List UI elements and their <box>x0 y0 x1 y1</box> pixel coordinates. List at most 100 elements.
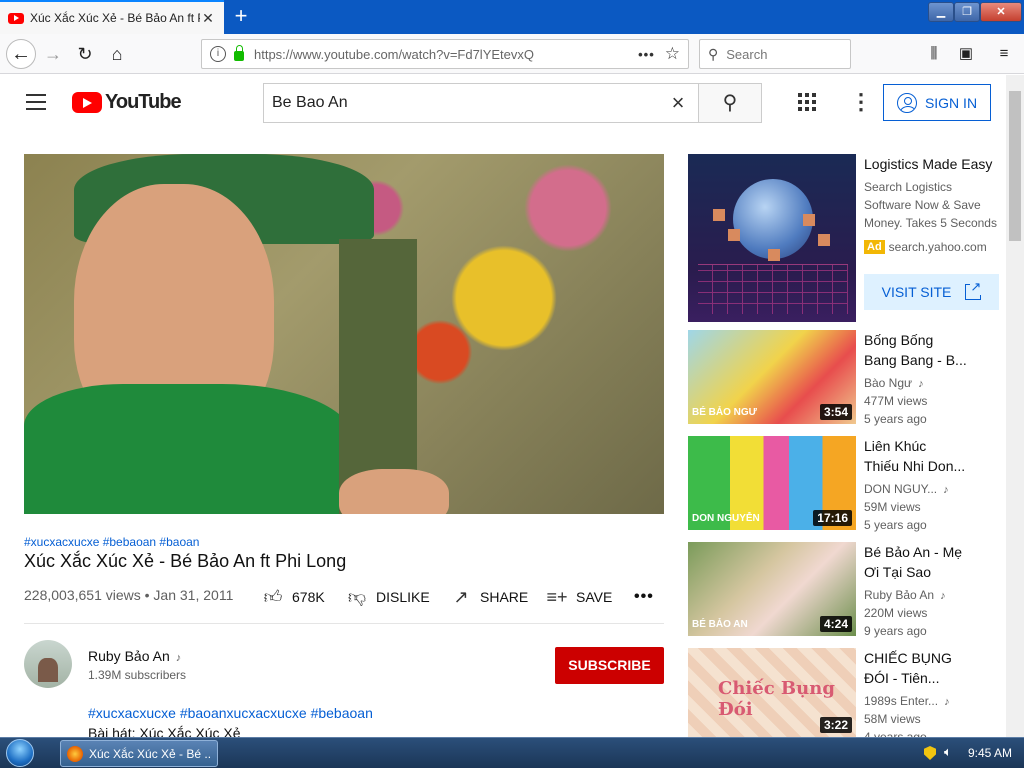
reload-icon[interactable]: ↻ <box>70 39 100 69</box>
menu-hamburger-icon[interactable]: ≡ <box>994 44 1014 64</box>
title-line[interactable]: Liên Khúc <box>864 436 1000 456</box>
share-button[interactable]: ↗ SHARE <box>450 585 528 609</box>
title-line[interactable]: CHIẾC BỤNG <box>864 648 1000 668</box>
window-minimize-button[interactable]: ▁ <box>928 2 954 22</box>
user-account-icon <box>896 92 917 113</box>
recommended-video-title[interactable]: Bống Bống Bang Bang - B... <box>864 330 1000 370</box>
recommended-video-views: 58M views <box>864 712 921 726</box>
bookmark-star-icon[interactable]: ☆ <box>665 44 680 64</box>
ad-grid-image <box>698 264 848 314</box>
recommended-video-title[interactable]: Liên Khúc Thiếu Nhi Don... <box>864 436 1000 476</box>
channel-text: DON NGUY... <box>864 482 938 496</box>
thumbs-down-icon: 👎︎ <box>347 587 367 607</box>
sidebar-toggle-icon[interactable]: ▣ <box>956 44 976 64</box>
recommended-video-thumbnail[interactable]: BÉ BẢO NGƯ 3:54 <box>688 330 856 424</box>
back-arrow-icon[interactable]: ← <box>6 39 36 69</box>
ad-box-image <box>728 229 740 241</box>
forward-arrow-icon[interactable]: → <box>38 39 68 69</box>
lock-icon[interactable] <box>234 45 244 61</box>
sign-in-button[interactable]: SIGN IN <box>883 84 991 121</box>
window-maximize-button[interactable]: ❐ <box>954 2 980 22</box>
title-line[interactable]: Bống Bống <box>864 330 1000 350</box>
video-player[interactable] <box>24 154 664 514</box>
video-views-date: 228,003,651 views • Jan 31, 2011 <box>24 587 234 603</box>
description-hashtags[interactable]: #xucxacxucxe #baoanxucxacxucxe #bebaoan <box>88 705 373 721</box>
playlist-add-icon: ≡+ <box>546 586 568 607</box>
youtube-logo[interactable]: YouTube <box>72 91 182 114</box>
music-note-icon: ♪ <box>175 652 182 664</box>
window-close-button[interactable]: ✕ <box>980 2 1022 22</box>
subscriber-count: 1.39M subscribers <box>88 668 187 682</box>
browser-tab-active[interactable]: Xúc Xắc Xúc Xẻ - Bé Bảo An ft Phi ✕ <box>0 0 224 34</box>
title-line[interactable]: Ơi Tại Sao <box>864 562 1000 582</box>
firefox-icon <box>67 745 83 762</box>
title-line[interactable]: ĐÓI - Tiên... <box>864 668 1000 688</box>
ad-source-row: Ad search.yahoo.com <box>864 240 987 254</box>
more-actions-button[interactable]: ••• <box>634 585 654 609</box>
title-line[interactable]: Thiếu Nhi Don... <box>864 456 1000 476</box>
browser-search-field[interactable]: ⚲ Search <box>699 39 851 69</box>
clear-search-icon[interactable]: × <box>666 90 690 116</box>
recommended-video-thumbnail[interactable]: DON NGUYỄN 17:16 <box>688 436 856 530</box>
recommended-video-title[interactable]: CHIẾC BỤNG ĐÓI - Tiên... <box>864 648 1000 688</box>
music-note-icon: ♪ <box>940 590 946 602</box>
ad-title[interactable]: Logistics Made Easy <box>864 156 992 172</box>
taskbar-firefox-window[interactable]: Xúc Xắc Xúc Xẻ - Bé ... <box>60 740 218 767</box>
subscribe-button[interactable]: SUBSCRIBE <box>555 647 664 684</box>
windows-taskbar: Xúc Xắc Xúc Xẻ - Bé ... 🔈︎ 9:45 AM <box>0 737 1024 768</box>
visit-site-button[interactable]: VISIT SITE <box>864 274 999 310</box>
youtube-logo-text: YouTube <box>105 91 182 113</box>
recommended-video-channel: DON NGUY... ♪ <box>864 482 949 496</box>
browser-tab-bar: Xúc Xắc Xúc Xẻ - Bé Bảo An ft Phi ✕ + ▁ … <box>0 0 1024 34</box>
video-hashtags[interactable]: #xucxacxucxe #bebaoan #baoan <box>24 535 199 549</box>
youtube-play-icon <box>72 92 102 113</box>
video-frame-hand <box>339 469 449 514</box>
recommended-video-thumbnail[interactable]: BÉ BẢO AN 4:24 <box>688 542 856 636</box>
like-button[interactable]: 👍︎ 678K <box>262 585 325 609</box>
youtube-favicon-icon <box>8 12 24 24</box>
search-query[interactable]: Be Bao An <box>272 94 666 112</box>
settings-more-icon[interactable]: ⋮ <box>850 91 872 113</box>
guide-menu-icon[interactable] <box>26 94 46 110</box>
recommended-video-thumbnail[interactable]: Chiếc Bụng Đói 3:22 <box>688 648 856 737</box>
dislike-button[interactable]: 👎︎ DISLIKE <box>346 585 430 609</box>
title-line[interactable]: Bé Bảo An - Mẹ <box>864 542 1000 562</box>
apps-grid-icon[interactable] <box>798 93 816 111</box>
ad-desc-line: Software Now & Save <box>864 198 981 212</box>
youtube-search-input[interactable]: Be Bao An × <box>263 83 699 123</box>
tab-close-icon[interactable]: ✕ <box>200 10 216 27</box>
new-tab-button[interactable]: + <box>228 4 254 30</box>
recommended-video-age: 5 years ago <box>864 518 927 532</box>
ad-globe-image <box>733 179 813 259</box>
youtube-search-button[interactable]: ⚲ <box>698 83 762 123</box>
recommended-video-title[interactable]: Bé Bảo An - Mẹ Ơi Tại Sao <box>864 542 1000 582</box>
security-shield-icon[interactable] <box>924 746 936 760</box>
external-link-icon <box>965 279 982 300</box>
start-button[interactable] <box>6 739 46 768</box>
home-icon[interactable]: ⌂ <box>102 39 132 69</box>
video-frame-shirt <box>24 384 354 514</box>
library-icon[interactable]: ⫼ <box>924 44 944 64</box>
save-label: SAVE <box>576 589 613 605</box>
ad-thumbnail[interactable] <box>688 154 856 322</box>
recommended-video-age: 4 years ago <box>864 730 927 737</box>
like-count: 678K <box>292 589 325 605</box>
recommended-video-views: 59M views <box>864 500 921 514</box>
thumbnail-caption: DON NGUYỄN <box>692 513 760 524</box>
ad-box-image <box>768 249 780 261</box>
page-scrollbar[interactable] <box>1006 75 1024 737</box>
channel-text: Bào Ngư <box>864 376 913 390</box>
channel-avatar[interactable] <box>24 640 72 688</box>
url-text[interactable]: https://www.youtube.com/watch?v=Fd7lYEte… <box>254 47 638 62</box>
scrollbar-thumb[interactable] <box>1009 91 1021 241</box>
address-bar[interactable]: i https://www.youtube.com/watch?v=Fd7lYE… <box>201 39 689 69</box>
title-line[interactable]: Bang Bang - B... <box>864 350 1000 370</box>
volume-icon[interactable]: 🔈︎ <box>944 744 952 760</box>
page-actions-icon[interactable]: ••• <box>638 47 655 62</box>
channel-name[interactable]: Ruby Bảo An ♪ <box>88 648 181 664</box>
channel-name-text[interactable]: Ruby Bảo An <box>88 648 170 664</box>
save-button[interactable]: ≡+ SAVE <box>546 585 612 609</box>
site-info-icon[interactable]: i <box>210 46 226 62</box>
clock[interactable]: 9:45 AM <box>968 746 1012 760</box>
tab-title: Xúc Xắc Xúc Xẻ - Bé Bảo An ft Phi <box>30 11 200 25</box>
